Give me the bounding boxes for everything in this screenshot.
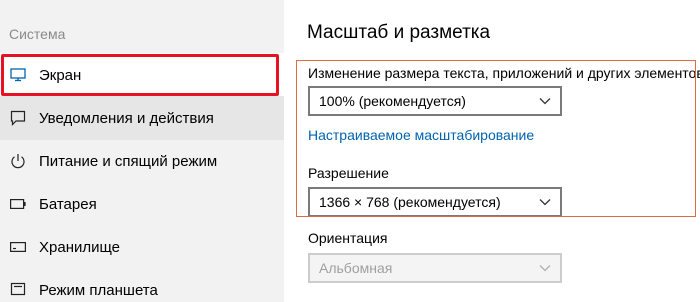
- scale-label: Изменение размера текста, приложений и д…: [308, 65, 700, 81]
- orientation-dropdown[interactable]: Альбомная: [308, 253, 562, 283]
- page-title: Масштаб и разметка: [307, 22, 491, 43]
- chevron-down-icon: [538, 195, 552, 209]
- scale-dropdown-value: 100% (рекомендуется): [319, 93, 466, 109]
- orientation-label: Ориентация: [308, 230, 388, 246]
- resolution-label: Разрешение: [308, 165, 389, 181]
- sidebar-item-label: Экран: [39, 66, 82, 84]
- sidebar-item-label: Питание и спящий режим: [39, 152, 218, 170]
- power-icon: [9, 152, 27, 170]
- sidebar-item-label: Батарея: [39, 195, 97, 213]
- sidebar-item-label: Режим планшета: [39, 281, 158, 299]
- monitor-icon: [9, 66, 27, 84]
- battery-icon: [9, 195, 27, 213]
- resolution-dropdown[interactable]: 1366 × 768 (рекомендуется): [308, 187, 562, 217]
- orientation-dropdown-value: Альбомная: [319, 260, 393, 276]
- tablet-mode-icon: [9, 281, 27, 299]
- scale-dropdown[interactable]: 100% (рекомендуется): [308, 86, 562, 116]
- sidebar-item-storage[interactable]: Хранилище: [0, 225, 284, 269]
- chevron-down-icon: [538, 261, 552, 275]
- sidebar-item-notifications[interactable]: Уведомления и действия: [0, 96, 284, 140]
- sidebar-item-tablet-mode[interactable]: Режим планшета: [0, 268, 284, 302]
- notification-icon: [9, 109, 27, 127]
- sidebar-item-power[interactable]: Питание и спящий режим: [0, 139, 284, 183]
- sidebar-item-label: Уведомления и действия: [39, 109, 214, 127]
- custom-scaling-link[interactable]: Настраиваемое масштабирование: [308, 127, 534, 143]
- chevron-down-icon: [538, 94, 552, 108]
- sidebar-item-display[interactable]: Экран: [0, 53, 284, 97]
- sidebar-item-label: Хранилище: [39, 238, 120, 256]
- resolution-dropdown-value: 1366 × 768 (рекомендуется): [319, 194, 501, 210]
- settings-sidebar: Система Экран Уведомления и действия Пит…: [0, 0, 284, 302]
- storage-icon: [9, 238, 27, 256]
- sidebar-header: Система: [9, 26, 66, 42]
- sidebar-item-battery[interactable]: Батарея: [0, 182, 284, 226]
